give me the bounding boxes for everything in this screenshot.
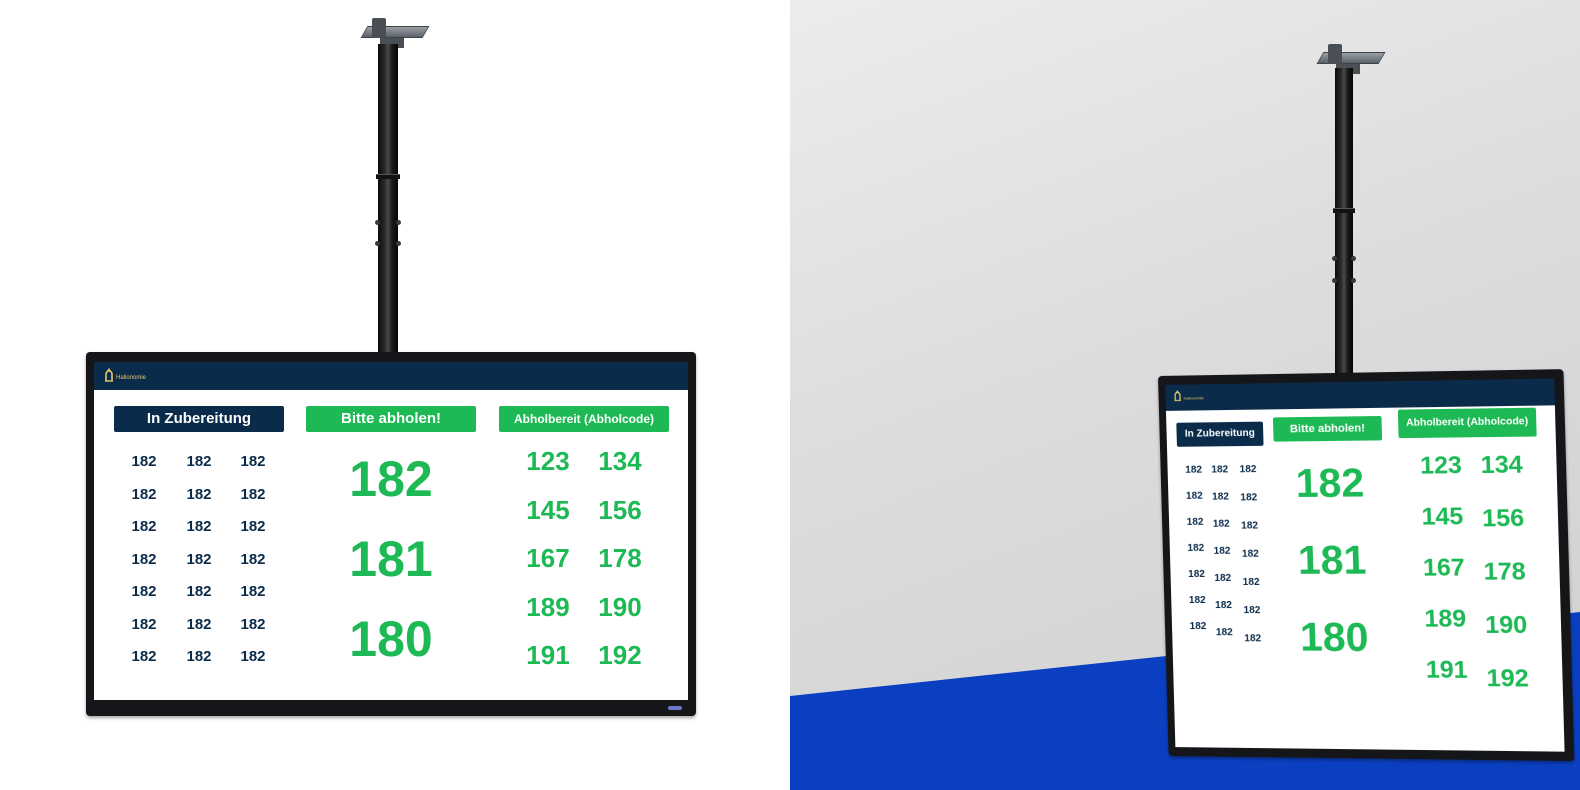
ready-number: 145	[1419, 503, 1466, 532]
preparing-number: 182	[179, 518, 219, 535]
ready-number: 123	[1418, 452, 1465, 481]
crown-arch-icon	[104, 368, 114, 382]
preparing-number: 182	[179, 551, 219, 568]
preparing-number: 182	[1181, 465, 1205, 476]
ready-number: 189	[520, 592, 576, 623]
pickup-number: 181	[1282, 538, 1382, 584]
preparing-number: 182	[1237, 520, 1262, 531]
preparing-number: 182	[1240, 605, 1265, 616]
ready-number: 167	[1421, 554, 1468, 583]
ready-number: 190	[1483, 611, 1530, 640]
order-status-screen: Hallonomie In Zubereitung Bitte abholen!…	[94, 362, 688, 700]
preparing-number: 182	[124, 583, 164, 600]
ready-number: 192	[592, 640, 648, 671]
ready-number: 178	[1481, 558, 1528, 587]
display-monitor: Hallonomie In Zubereitung Bitte abholen!…	[86, 352, 696, 716]
heading-pickup: Bitte abholen!	[1273, 416, 1382, 442]
preparing-number: 182	[233, 551, 273, 568]
preparing-number: 182	[179, 453, 219, 470]
preparing-number: 182	[1210, 546, 1234, 557]
brand-logo: Hallonomie	[104, 368, 146, 382]
crown-arch-icon	[1173, 390, 1181, 402]
heading-pickup: Bitte abholen!	[306, 406, 476, 432]
ready-number: 178	[592, 543, 648, 574]
pickup-number: 181	[316, 530, 466, 588]
preparing-number: 182	[1239, 577, 1264, 588]
preparing-number: 182	[179, 486, 219, 503]
preparing-number: 182	[124, 518, 164, 535]
preparing-number: 182	[1208, 491, 1232, 502]
preparing-number: 182	[1212, 627, 1236, 638]
preparing-number: 182	[1185, 595, 1209, 606]
order-status-screen: Hallonomie In Zubereitung Bitte abholen!…	[1165, 379, 1564, 752]
ready-number: 189	[1422, 605, 1469, 634]
preparing-number: 182	[1236, 464, 1261, 475]
preparing-number: 182	[124, 486, 164, 503]
ready-number: 145	[520, 495, 576, 526]
heading-preparing: In Zubereitung	[1176, 422, 1263, 447]
ready-number: 167	[520, 543, 576, 574]
preparing-number: 182	[233, 648, 273, 665]
preparing-number: 182	[124, 551, 164, 568]
brand-name: Hallonomie	[116, 375, 146, 381]
preparing-number: 182	[1182, 491, 1206, 502]
ceiling-pole	[378, 44, 398, 356]
preparing-number: 182	[1211, 600, 1235, 611]
power-led-icon	[668, 706, 682, 710]
preparing-number: 182	[1184, 569, 1208, 580]
ready-number: 134	[1478, 451, 1525, 480]
ready-number: 156	[592, 495, 648, 526]
ceiling-pole	[1335, 68, 1353, 390]
heading-ready: Abholbereit (Abholcode)	[1398, 408, 1537, 438]
preparing-number: 182	[233, 518, 273, 535]
pickup-number: 180	[1285, 615, 1385, 661]
preparing-number: 182	[1183, 517, 1207, 528]
display-monitor: Hallonomie In Zubereitung Bitte abholen!…	[1158, 369, 1574, 761]
ready-number: 123	[520, 446, 576, 477]
preparing-number: 182	[1211, 573, 1235, 584]
pickup-number: 180	[316, 610, 466, 668]
brand-name: Hallonomie	[1184, 395, 1204, 400]
product-photo-white: Hallonomie In Zubereitung Bitte abholen!…	[0, 0, 790, 790]
pickup-number: 182	[1280, 461, 1380, 507]
preparing-number: 182	[1184, 543, 1208, 554]
preparing-number: 182	[1238, 549, 1263, 560]
ready-number: 190	[592, 592, 648, 623]
preparing-number: 182	[233, 583, 273, 600]
preparing-number: 182	[1186, 621, 1210, 632]
ready-number: 156	[1480, 505, 1527, 534]
ready-number: 191	[520, 640, 576, 671]
ready-number: 134	[592, 446, 648, 477]
preparing-number: 182	[179, 648, 219, 665]
preparing-number: 182	[233, 453, 273, 470]
ready-number: 191	[1423, 656, 1470, 685]
preparing-number: 182	[179, 616, 219, 633]
preparing-number: 182	[233, 616, 273, 633]
preparing-number: 182	[124, 616, 164, 633]
preparing-number: 182	[233, 486, 273, 503]
brand-logo: Hallonomie	[1173, 389, 1203, 401]
preparing-number: 182	[1240, 633, 1265, 644]
preparing-number: 182	[1237, 492, 1262, 503]
preparing-number: 182	[179, 583, 219, 600]
heading-ready: Abholbereit (Abholcode)	[499, 406, 669, 432]
ready-number: 192	[1484, 665, 1531, 694]
screen-header: Hallonomie	[1165, 379, 1555, 411]
screen-header: Hallonomie	[94, 362, 688, 390]
heading-preparing: In Zubereitung	[114, 406, 284, 432]
preparing-number: 182	[124, 453, 164, 470]
product-photo-room: Hallonomie In Zubereitung Bitte abholen!…	[790, 0, 1580, 790]
preparing-number: 182	[124, 648, 164, 665]
preparing-number: 182	[1209, 519, 1233, 530]
preparing-number: 182	[1208, 464, 1232, 475]
pickup-number: 182	[316, 450, 466, 508]
